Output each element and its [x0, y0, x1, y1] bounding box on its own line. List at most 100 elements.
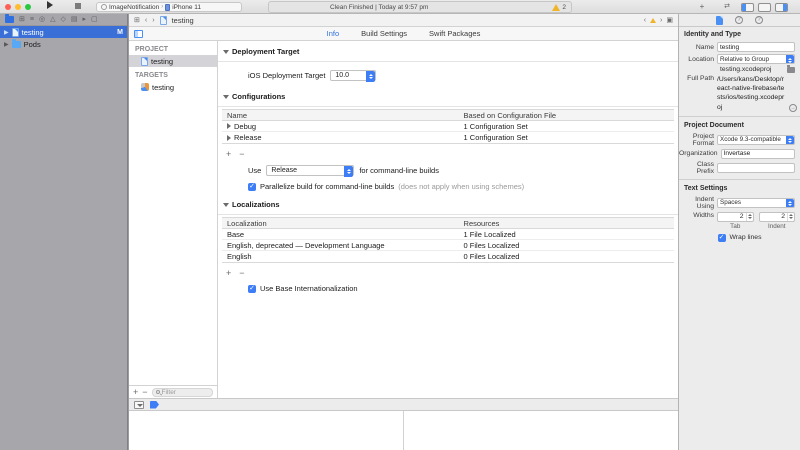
console-view[interactable] — [404, 411, 678, 450]
navigator-item-pods[interactable]: ▶ Pods — [0, 38, 127, 50]
ios-deployment-target-dropdown[interactable]: 10.0 — [330, 70, 376, 81]
dropdown-arrows-icon — [786, 55, 794, 64]
navigator-toggle-button[interactable] — [741, 3, 754, 12]
table-row[interactable]: Debug 1 Configuration Set — [222, 121, 674, 132]
row-disclosure-icon[interactable] — [227, 123, 231, 129]
remove-configuration-button[interactable]: − — [239, 149, 244, 159]
disclosure-triangle-icon[interactable]: ▶ — [4, 29, 9, 36]
issue-navigator-icon[interactable]: △ — [50, 14, 55, 26]
remove-target-button[interactable]: − — [142, 387, 147, 397]
target-item[interactable]: testing — [129, 81, 217, 93]
editor-options-icon[interactable]: ▣ — [666, 16, 673, 24]
section-disclosure-icon[interactable] — [223, 95, 229, 99]
warning-counter[interactable]: 2 — [552, 4, 566, 11]
report-navigator-icon[interactable]: ▢ — [91, 14, 98, 26]
class-prefix-field[interactable] — [717, 163, 795, 173]
stepper-arrows-icon[interactable] — [746, 213, 753, 221]
parallelize-checkbox[interactable]: ✓ — [248, 183, 256, 191]
code-review-button[interactable]: ⇄ — [720, 2, 734, 12]
source-control-navigator-icon[interactable]: ⊞ — [19, 14, 25, 26]
stepper-arrows-icon[interactable] — [787, 213, 794, 221]
table-row[interactable]: English 0 Files Localized — [222, 251, 674, 262]
close-window-button[interactable] — [5, 4, 11, 10]
name-field[interactable]: testing — [717, 42, 795, 52]
organization-field[interactable]: Invertase — [721, 149, 795, 159]
section-disclosure-icon[interactable] — [223, 50, 229, 54]
project-list-toggle-icon[interactable] — [134, 30, 143, 38]
project-info-content: Deployment Target iOS Deployment Target … — [218, 41, 678, 398]
scheme-separator-icon: › — [161, 4, 163, 10]
variables-view[interactable] — [129, 411, 404, 450]
add-target-button[interactable]: + — [133, 387, 138, 397]
inspector-toggle-button[interactable] — [775, 3, 788, 12]
pods-folder-icon — [12, 41, 21, 48]
base-internationalization-checkbox[interactable]: ✓ — [248, 285, 256, 293]
inspector-toggle-fill-icon — [783, 4, 787, 11]
debug-navigator-icon[interactable]: ▤ — [71, 14, 78, 26]
table-header-row: Localization Resources — [222, 218, 674, 229]
library-button[interactable]: + — [696, 2, 708, 12]
stop-button[interactable] — [70, 1, 86, 12]
command-line-config-dropdown[interactable]: Release — [266, 165, 354, 176]
section-localizations[interactable]: Localizations — [218, 197, 678, 212]
history-inspector-icon[interactable]: ? — [735, 16, 743, 24]
column-header-resources[interactable]: Resources — [462, 219, 674, 228]
find-navigator-icon[interactable]: ◎ — [39, 14, 45, 26]
location-dropdown[interactable]: Relative to Group — [717, 54, 795, 64]
project-item[interactable]: testing — [129, 55, 217, 67]
tab-width-stepper[interactable]: 2 — [717, 212, 754, 222]
breakpoint-navigator-icon[interactable]: ▸ — [82, 14, 86, 26]
navigator-item-testing[interactable]: ▶ testing M — [0, 26, 127, 38]
project-navigator-icon[interactable] — [5, 16, 14, 23]
tab-info[interactable]: Info — [327, 29, 340, 38]
dropdown-value: 10.0 — [335, 72, 354, 79]
table-row[interactable]: Base 1 File Localized — [222, 229, 674, 240]
target-item-label: testing — [152, 83, 174, 92]
back-icon[interactable]: ‹ — [145, 17, 147, 24]
issue-back-icon[interactable]: ‹ — [644, 17, 646, 24]
parallelize-label: Parallelize build for command-line build… — [260, 182, 394, 191]
zoom-window-button[interactable] — [25, 4, 31, 10]
remove-localization-button[interactable]: − — [239, 268, 244, 278]
column-header-based-on[interactable]: Based on Configuration File — [462, 111, 674, 120]
section-disclosure-icon[interactable] — [223, 203, 229, 207]
minimize-window-button[interactable] — [15, 4, 21, 10]
column-header-name[interactable]: Name — [222, 111, 462, 120]
breakpoints-toggle-icon[interactable] — [150, 401, 159, 409]
filter-input[interactable]: Filter — [152, 388, 213, 397]
disclosure-triangle-icon[interactable]: ▶ — [4, 41, 9, 48]
indent-using-dropdown[interactable]: Spaces — [717, 198, 795, 208]
base-internationalization-label: Use Base Internationalization — [260, 284, 358, 293]
filter-magnifier-icon — [156, 390, 160, 394]
test-navigator-icon[interactable]: ◇ — [60, 14, 65, 26]
tab-swift-packages[interactable]: Swift Packages — [429, 29, 480, 38]
column-header-localization[interactable]: Localization — [222, 219, 462, 228]
scheme-selector[interactable]: ImageNotification › iPhone 11 — [96, 2, 242, 12]
choose-location-folder-icon[interactable] — [787, 67, 795, 73]
tab-build-settings[interactable]: Build Settings — [361, 29, 407, 38]
debug-area-toggle-button[interactable] — [758, 3, 771, 12]
related-items-icon[interactable]: ⊞ — [134, 16, 140, 24]
row-disclosure-icon[interactable] — [227, 135, 231, 141]
hide-debug-area-icon[interactable] — [134, 401, 144, 409]
run-button[interactable] — [42, 1, 58, 12]
add-localization-button[interactable]: + — [226, 268, 231, 278]
wrap-lines-checkbox[interactable]: ✓ — [718, 234, 726, 242]
add-configuration-button[interactable]: + — [226, 149, 231, 159]
table-row[interactable]: Release 1 Configuration Set — [222, 132, 674, 143]
quick-help-inspector-icon[interactable]: ? — [755, 16, 763, 24]
symbol-navigator-icon[interactable]: ≡ — [30, 14, 34, 26]
warning-icon — [552, 4, 560, 11]
issue-forward-icon[interactable]: › — [660, 17, 662, 24]
file-reference-text: testing.xcodeproj — [720, 66, 785, 73]
reveal-in-finder-icon[interactable]: → — [789, 104, 797, 112]
indent-width-stepper[interactable]: 2 — [759, 212, 796, 222]
section-configurations[interactable]: Configurations — [218, 89, 678, 104]
file-inspector-icon[interactable] — [716, 16, 723, 25]
table-row[interactable]: English, deprecated — Development Langua… — [222, 240, 674, 251]
issue-warning-icon[interactable] — [650, 18, 656, 23]
project-format-dropdown[interactable]: Xcode 9.3-compatible — [717, 135, 795, 145]
forward-icon[interactable]: › — [152, 17, 154, 24]
section-deployment-target[interactable]: Deployment Target — [218, 44, 678, 59]
jump-bar-file[interactable]: testing — [172, 16, 194, 25]
